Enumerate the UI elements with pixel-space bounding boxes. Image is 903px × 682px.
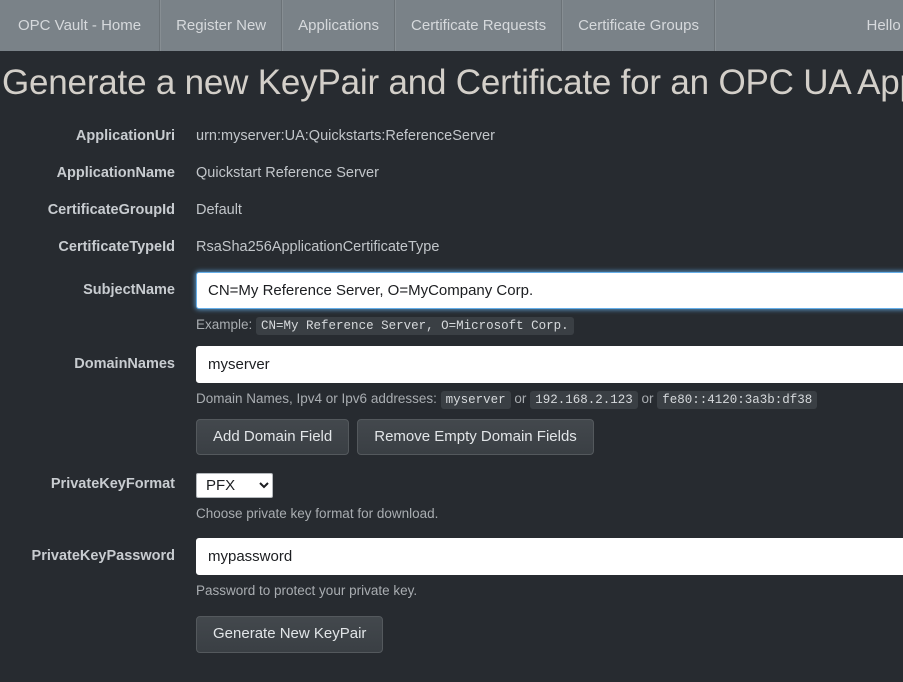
nav-tab-applications-label: Applications xyxy=(298,17,380,34)
label-application-name: ApplicationName xyxy=(56,165,175,182)
domain-names-button-row: Add Domain Field Remove Empty Domain Fie… xyxy=(196,410,903,455)
label-certificate-type-id: CertificateTypeId xyxy=(58,239,175,256)
navbar-right-section: Hello liv xyxy=(714,0,903,51)
nav-tab-applications[interactable]: Applications xyxy=(282,0,396,51)
label-certificate-group-id: CertificateGroupId xyxy=(47,202,175,219)
form-row-certificate-type-id: CertificateTypeId RsaSha256ApplicationCe… xyxy=(0,235,903,255)
nav-tab-register-new-label: Register New xyxy=(176,17,267,34)
domain-names-help-prefix: Domain Names, Ipv4 or Ipv6 addresses: xyxy=(196,391,437,407)
form-row-private-key-format: PrivateKeyFormat PFX PEM Choose private … xyxy=(0,473,903,524)
domain-names-help-or-2: or xyxy=(641,391,654,407)
subject-name-help-prefix: Example: xyxy=(196,317,253,333)
add-domain-field-button[interactable]: Add Domain Field xyxy=(196,418,350,455)
nav-tab-certificate-groups[interactable]: Certificate Groups xyxy=(562,0,715,51)
field-private-key-format: PFX PEM Choose private key format for do… xyxy=(175,473,903,524)
nav-tab-certificate-requests-label: Certificate Requests xyxy=(411,17,547,34)
field-application-uri: urn:myserver:UA:Quickstarts:ReferenceSer… xyxy=(175,124,903,144)
domain-names-help-example-hostname: myserver xyxy=(440,391,511,410)
nav-tab-register-new[interactable]: Register New xyxy=(160,0,283,51)
domain-names-help-or-1: or xyxy=(514,391,527,407)
label-application-uri: ApplicationUri xyxy=(75,128,175,145)
label-private-key-password: PrivateKeyPassword xyxy=(31,547,175,564)
form-row-application-name: ApplicationName Quickstart Reference Ser… xyxy=(0,161,903,181)
domain-names-help: Domain Names, Ipv4 or Ipv6 addresses: my… xyxy=(196,383,903,410)
subject-name-help-example: CN=My Reference Server, O=Microsoft Corp… xyxy=(256,317,574,336)
nav-tab-home-label: OPC Vault - Home xyxy=(18,17,142,34)
nav-tab-certificate-groups-label: Certificate Groups xyxy=(578,17,699,34)
field-certificate-group-id: Default xyxy=(175,198,903,218)
value-application-name: Quickstart Reference Server xyxy=(196,165,379,182)
nav-tab-certificate-requests[interactable]: Certificate Requests xyxy=(395,0,563,51)
value-certificate-group-id: Default xyxy=(196,202,242,219)
value-certificate-type-id: RsaSha256ApplicationCertificateType xyxy=(196,239,440,256)
domain-names-help-example-ipv4: 192.168.2.123 xyxy=(530,391,638,410)
generate-new-keypair-button[interactable]: Generate New KeyPair xyxy=(196,616,384,653)
label-subject-name: SubjectName xyxy=(83,282,175,299)
form-row-certificate-group-id: CertificateGroupId Default xyxy=(0,198,903,218)
domain-names-help-example-ipv6: fe80::4120:3a3b:df38 xyxy=(657,391,818,410)
value-application-uri: urn:myserver:UA:Quickstarts:ReferenceSer… xyxy=(196,128,495,145)
form-row-domain-names: DomainNames Domain Names, Ipv4 or Ipv6 a… xyxy=(0,346,903,455)
field-private-key-password: Password to protect your private key. Ge… xyxy=(175,537,903,653)
private-key-format-select[interactable]: PFX PEM xyxy=(196,473,273,498)
keypair-generation-form: ApplicationUri urn:myserver:UA:Quickstar… xyxy=(0,117,903,653)
submit-button-row: Generate New KeyPair xyxy=(196,600,903,653)
subject-name-input[interactable] xyxy=(196,272,903,310)
private-key-password-input[interactable] xyxy=(196,537,903,575)
nav-tab-home[interactable]: OPC Vault - Home xyxy=(0,0,161,51)
user-greeting[interactable]: Hello liv xyxy=(866,17,903,34)
label-private-key-format: PrivateKeyFormat xyxy=(50,476,175,492)
domain-names-input[interactable] xyxy=(196,346,903,384)
page-title: Generate a new KeyPair and Certificate f… xyxy=(2,63,903,102)
field-domain-names: Domain Names, Ipv4 or Ipv6 addresses: my… xyxy=(175,346,903,455)
form-row-subject-name: SubjectName Example: CN=My Reference Ser… xyxy=(0,272,903,336)
label-domain-names: DomainNames xyxy=(74,356,175,373)
form-row-application-uri: ApplicationUri urn:myserver:UA:Quickstar… xyxy=(0,124,903,144)
remove-empty-domain-fields-button[interactable]: Remove Empty Domain Fields xyxy=(357,418,594,455)
private-key-format-help: Choose private key format for download. xyxy=(196,506,439,521)
field-subject-name: Example: CN=My Reference Server, O=Micro… xyxy=(175,272,903,336)
field-certificate-type-id: RsaSha256ApplicationCertificateType xyxy=(175,235,903,255)
private-key-password-help: Password to protect your private key. xyxy=(196,582,418,598)
main-navigation-bar: OPC Vault - Home Register New Applicatio… xyxy=(0,0,903,51)
form-row-private-key-password: PrivateKeyPassword Password to protect y… xyxy=(0,537,903,653)
subject-name-help: Example: CN=My Reference Server, O=Micro… xyxy=(196,309,903,336)
field-application-name: Quickstart Reference Server xyxy=(175,161,903,181)
